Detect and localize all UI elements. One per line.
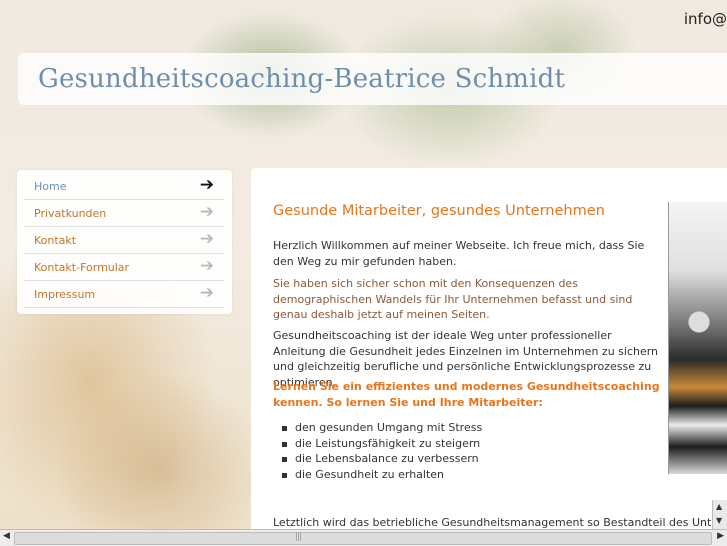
- arrow-right-icon: ➔: [199, 202, 214, 222]
- grip-icon: |||: [295, 532, 302, 542]
- nav-item-impressum[interactable]: Impressum ➔: [24, 281, 224, 308]
- nav-item-label: Impressum: [34, 288, 96, 301]
- nav-item-home[interactable]: Home ➔: [24, 173, 224, 200]
- list-item: die Leistungsfähigkeit zu steigern: [273, 436, 573, 452]
- side-photo: [668, 202, 727, 474]
- nav-item-label: Kontakt: [34, 234, 77, 247]
- paragraph-closing: Letztlich wird das betriebliche Gesundhe…: [273, 516, 727, 529]
- paragraph-learn: Lernen Sie ein effizientes und modernes …: [273, 380, 660, 409]
- nav-item-kontakt[interactable]: Kontakt ➔: [24, 227, 224, 254]
- benefits-list: den gesunden Umgang mit Stress die Leist…: [273, 420, 573, 482]
- nav-item-label: Privatkunden: [34, 207, 107, 220]
- scroll-down-icon[interactable]: ▼: [716, 516, 722, 525]
- content-headline: Gesunde Mitarbeiter, gesundes Unternehme…: [273, 203, 605, 219]
- arrow-right-icon: ➔: [199, 175, 214, 195]
- main-navigation: Home ➔ Privatkunden ➔ Kontakt ➔ Kontakt-…: [17, 170, 232, 314]
- list-item: die Gesundheit zu erhalten: [273, 467, 573, 483]
- scrollbar-thumb[interactable]: |||: [14, 532, 712, 545]
- arrow-right-icon: ➔: [199, 229, 214, 249]
- list-item: den gesunden Umgang mit Stress: [273, 420, 573, 436]
- nav-item-kontakt-formular[interactable]: Kontakt-Formular ➔: [24, 254, 224, 281]
- arrow-right-icon: ➔: [199, 283, 214, 303]
- horizontal-scrollbar[interactable]: ◀ ||| ▶: [0, 529, 727, 546]
- vertical-scrollbar[interactable]: ▲ ▼: [712, 500, 727, 529]
- arrow-right-icon: ➔: [199, 256, 214, 276]
- scroll-up-icon[interactable]: ▲: [716, 502, 722, 511]
- scroll-right-icon[interactable]: ▶: [717, 531, 724, 541]
- email-link[interactable]: info@: [684, 10, 727, 28]
- paragraph-welcome: Herzlich Willkommen auf meiner Webseite.…: [273, 239, 645, 268]
- scroll-left-icon[interactable]: ◀: [3, 531, 10, 541]
- site-title[interactable]: Gesundheitscoaching-Beatrice Schmidt: [38, 64, 565, 94]
- list-item: die Lebensbalance zu verbessern: [273, 451, 573, 467]
- main-content: Gesunde Mitarbeiter, gesundes Unternehme…: [251, 168, 727, 545]
- nav-item-privatkunden[interactable]: Privatkunden ➔: [24, 200, 224, 227]
- paragraph-demographic: Sie haben sich sicher schon mit den Kons…: [273, 277, 633, 321]
- nav-item-label: Home: [34, 180, 67, 193]
- nav-item-label: Kontakt-Formular: [34, 261, 130, 274]
